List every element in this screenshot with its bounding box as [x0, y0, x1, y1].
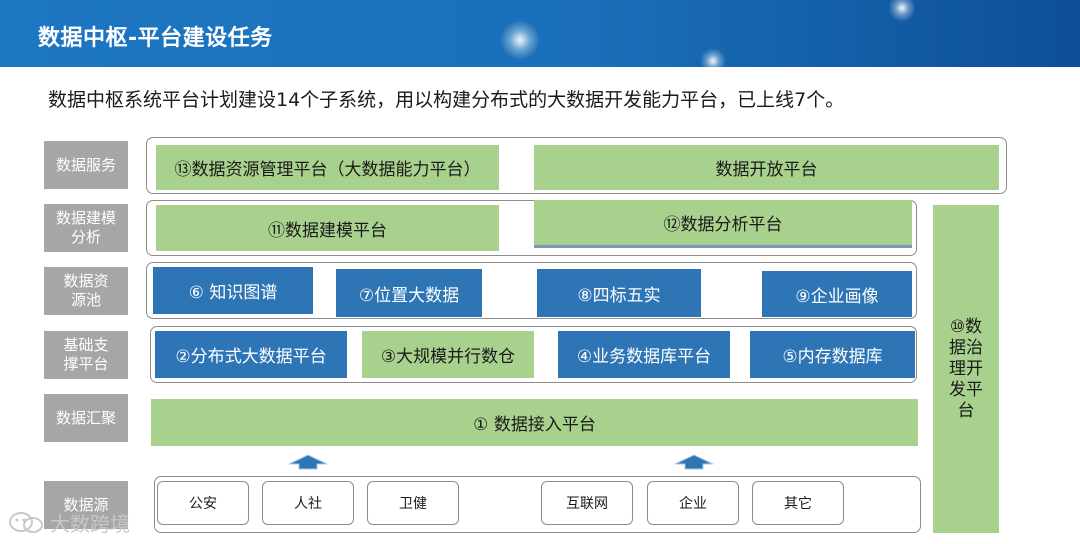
source-internet: 互联网	[541, 481, 633, 525]
layer-label-aggregation: 数据汇聚	[44, 394, 128, 442]
data-analysis-platform: ⑫数据分析平台	[534, 200, 912, 248]
data-open-platform: 数据开放平台	[534, 145, 999, 190]
arrow-up-icon	[288, 454, 328, 470]
distributed-big-data-platform: ②分布式大数据平台	[155, 331, 347, 378]
watermark-text: 大数跨境	[50, 512, 130, 536]
business-database-platform: ④业务数据库平台	[558, 331, 730, 378]
data-governance-dev-platform: ⑩数据治理开发平台	[933, 205, 999, 533]
source-other: 其它	[752, 481, 844, 525]
header-glow-decoration	[888, 0, 916, 22]
source-health: 卫健	[367, 481, 459, 525]
watermark: 大数跨境	[8, 508, 130, 537]
layer-label-service: 数据服务	[44, 141, 128, 189]
in-memory-database: ⑤内存数据库	[750, 331, 915, 378]
page-header: 数据中枢-平台建设任务	[0, 0, 1080, 67]
data-access-platform: ① 数据接入平台	[151, 399, 918, 446]
header-glow-decoration	[500, 20, 540, 60]
source-police: 公安	[157, 481, 249, 525]
header-glow-decoration	[700, 48, 726, 67]
layer-label-modeling: 数据建模分析	[44, 204, 128, 252]
source-enterprise: 企业	[647, 481, 739, 525]
page-title: 数据中枢-平台建设任务	[38, 26, 273, 51]
location-big-data: ⑦位置大数据	[336, 269, 482, 317]
page-subtitle: 数据中枢系统平台计划建设14个子系统，用以构建分布式的大数据开发能力平台，已上线…	[48, 89, 845, 111]
data-resource-management-platform: ⑬数据资源管理平台（大数据能力平台）	[156, 145, 499, 190]
knowledge-graph: ⑥ 知识图谱	[153, 267, 313, 314]
wechat-logo-icon	[9, 511, 43, 533]
layer-label-foundation: 基础支撑平台	[44, 331, 128, 379]
enterprise-profile: ⑨企业画像	[762, 271, 912, 317]
four-marks-five-facts: ⑧四标五实	[537, 269, 701, 317]
source-hr-social: 人社	[262, 481, 354, 525]
layer-label-resource: 数据资源池	[44, 267, 128, 315]
data-modeling-platform: ⑪数据建模平台	[156, 205, 499, 251]
arrow-up-icon	[674, 454, 714, 470]
massive-parallel-warehouse: ③大规模并行数仓	[362, 331, 534, 378]
